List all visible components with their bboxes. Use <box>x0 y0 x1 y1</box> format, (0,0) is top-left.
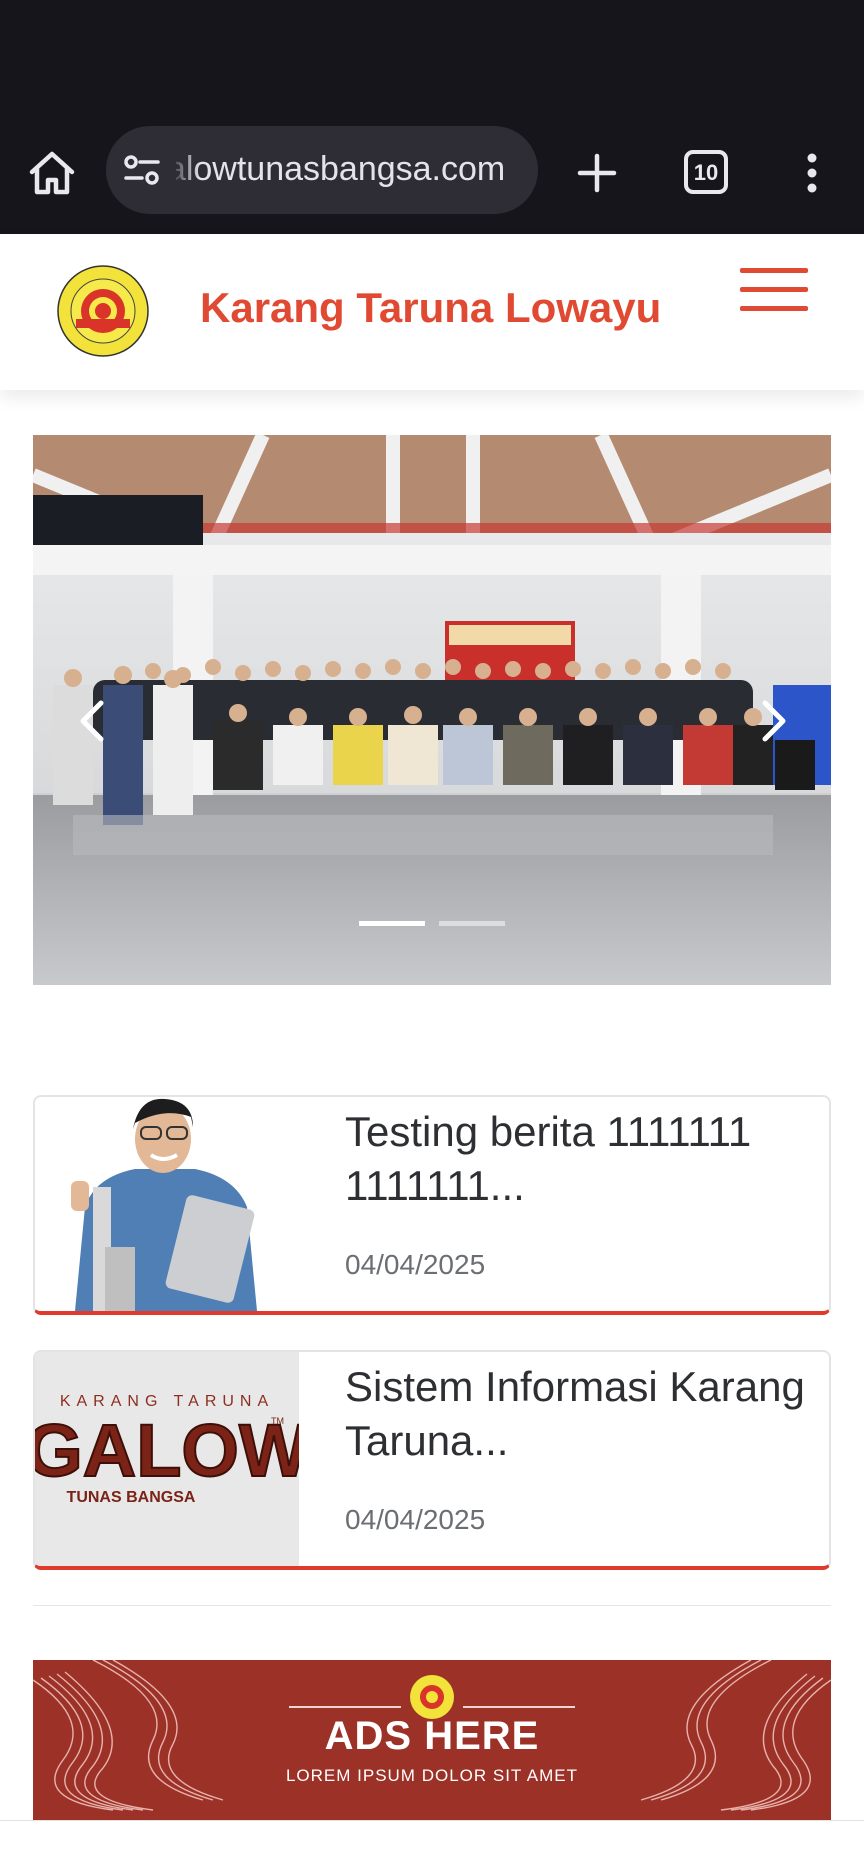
site-settings-icon[interactable] <box>122 152 162 188</box>
news-card[interactable]: KARANG TARUNA GALOW TM TUNAS BANGSA Sist… <box>33 1350 831 1570</box>
carousel-photo <box>33 435 831 985</box>
news-title[interactable]: Sistem Informasi Karang Taruna... <box>345 1360 805 1468</box>
tab-count: 10 <box>693 160 719 185</box>
news-card[interactable]: Testing berita 1111111 1111111... 04/04/… <box>33 1095 831 1315</box>
galow-logo-main: GALOW <box>35 1409 299 1492</box>
site-logo[interactable] <box>56 264 150 358</box>
news-title[interactable]: Testing berita 1111111 1111111... <box>345 1105 805 1213</box>
carousel-indicator-1[interactable] <box>359 921 425 926</box>
browser-toolbar: galowtunasbangsa.com 10 <box>0 110 864 234</box>
ads-banner[interactable]: ADS HERE LOREM IPSUM DOLOR SIT AMET <box>33 1660 831 1820</box>
carousel-prev-icon[interactable] <box>73 697 113 745</box>
bottom-divider <box>0 1820 864 1821</box>
news-date: 04/04/2025 <box>345 1249 486 1280</box>
galow-logo-thumbnail: KARANG TARUNA GALOW TM TUNAS BANGSA <box>35 1352 299 1566</box>
home-button[interactable] <box>26 148 78 198</box>
site-header: Karang Taruna Lowayu <box>0 234 864 390</box>
site-title[interactable]: Karang Taruna Lowayu <box>200 284 661 332</box>
address-bar[interactable]: galowtunasbangsa.com <box>106 126 538 214</box>
hamburger-menu-icon[interactable] <box>740 268 808 312</box>
new-tab-icon <box>577 153 617 193</box>
more-vert-icon[interactable] <box>800 148 824 198</box>
section-divider <box>33 1605 831 1606</box>
url-text[interactable]: galowtunasbangsa.com <box>176 150 536 189</box>
galow-logo-sub: TUNAS BANGSA <box>67 1489 196 1506</box>
news-date: 04/04/2025 <box>345 1504 486 1535</box>
ads-title: ADS HERE <box>324 1714 540 1758</box>
ads-line-left <box>289 1706 401 1708</box>
tab-switcher-icon[interactable]: 10 <box>684 150 728 194</box>
galow-logo-top: KARANG TARUNA <box>60 1393 274 1410</box>
new-tab-button[interactable] <box>572 148 622 198</box>
news-thumbnail <box>35 1097 299 1311</box>
carousel-indicator-2[interactable] <box>439 921 505 926</box>
galow-logo-tm: TM <box>271 1416 284 1426</box>
url-fade <box>170 126 200 214</box>
home-icon <box>29 151 75 195</box>
hero-carousel[interactable] <box>33 435 831 985</box>
status-bar <box>0 0 864 110</box>
carousel-next-icon[interactable] <box>753 697 793 745</box>
ads-line-right <box>463 1706 575 1708</box>
ads-subtitle: LOREM IPSUM DOLOR SIT AMET <box>285 1766 579 1785</box>
